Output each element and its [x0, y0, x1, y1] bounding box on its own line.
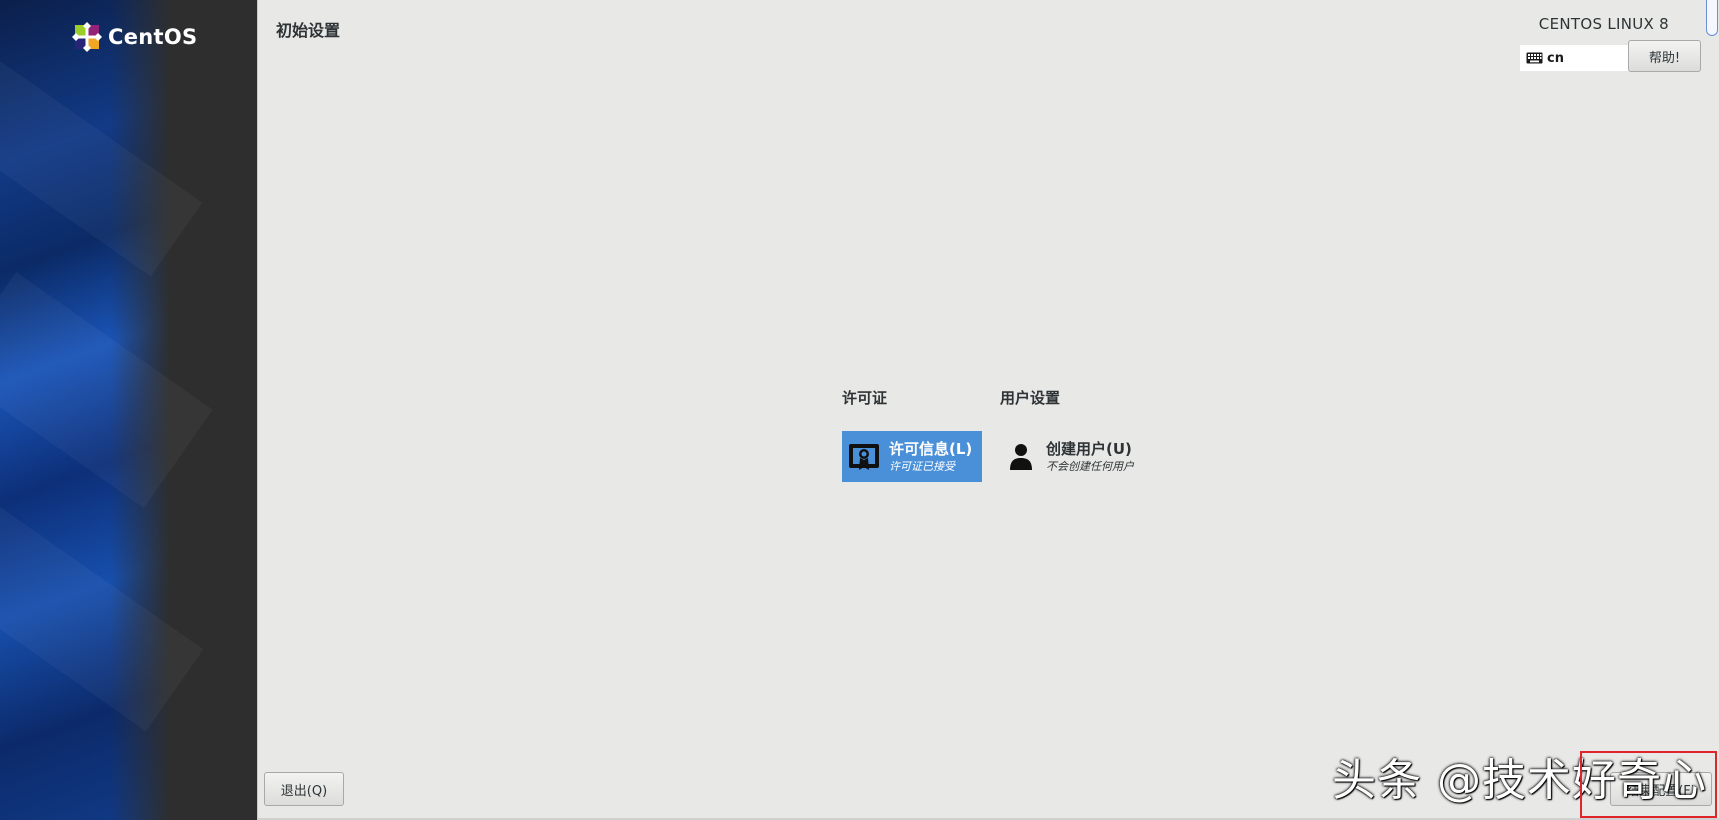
category-title-license: 许可证: [842, 389, 888, 407]
sidebar-facet: [0, 488, 204, 732]
brand-name: CentOS: [108, 25, 198, 49]
sidebar-facet: [0, 272, 213, 508]
spoke-text: 许可信息(L) 许可证已接受: [889, 440, 972, 474]
category-title-user-settings: 用户设置: [1000, 389, 1061, 407]
spoke-create-user[interactable]: 创建用户(U) 不会创建任何用户: [1000, 431, 1170, 482]
keyboard-layout-indicator[interactable]: cn: [1520, 45, 1628, 71]
spoke-label: 创建用户(U): [1046, 439, 1132, 458]
keyboard-layout-label: cn: [1547, 50, 1564, 66]
spoke-license-information[interactable]: 许可信息(L) 许可证已接受: [842, 431, 982, 482]
main-content: 初始设置 CENTOS LINUX 8 cn 帮助! 许可证 用户设置 许可信息…: [257, 0, 1719, 820]
spoke-label: 许可信息(L): [889, 439, 973, 458]
centos-logo-icon: [72, 22, 102, 52]
product-name: CENTOS LINUX 8: [1538, 15, 1669, 33]
page-title: 初始设置: [276, 21, 341, 40]
sidebar-facet: [0, 53, 203, 277]
user-icon: [1010, 443, 1032, 470]
spoke-text: 创建用户(U) 不会创建任何用户: [1046, 440, 1134, 474]
help-button[interactable]: 帮助!: [1628, 40, 1701, 72]
quit-button[interactable]: 退出(Q): [264, 772, 344, 806]
centos-logo: CentOS: [72, 22, 197, 52]
scrollbar-handle[interactable]: [1706, 0, 1718, 36]
branding-sidebar: CentOS: [0, 0, 257, 820]
initial-setup-window: CentOS 初始设置 CENTOS LINUX 8 cn 帮助! 许可证 用户…: [0, 0, 1719, 820]
keyboard-icon: [1526, 52, 1543, 64]
spoke-status: 不会创建任何用户: [1046, 459, 1134, 473]
annotation-highlight-box: [1580, 751, 1717, 818]
license-icon: [849, 443, 879, 470]
spoke-status: 许可证已接受: [889, 459, 955, 473]
